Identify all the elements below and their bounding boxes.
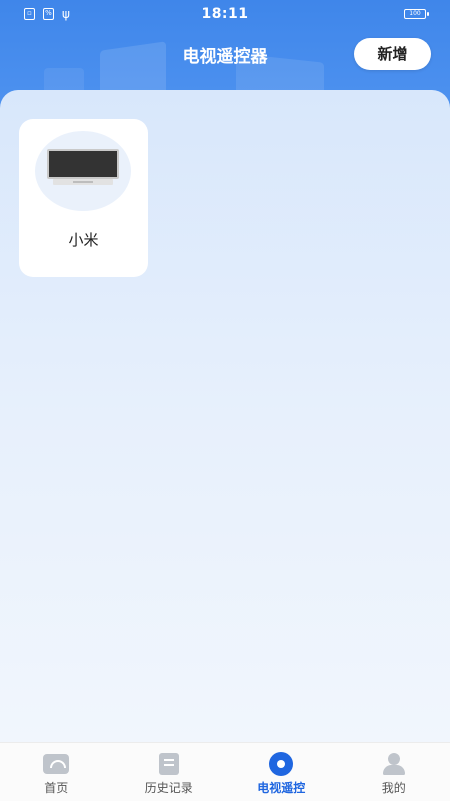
device-card[interactable]: 小米 xyxy=(19,119,148,277)
add-button[interactable]: 新增 xyxy=(354,38,431,70)
tv-icon-background xyxy=(35,131,131,211)
tab-tv-remote[interactable]: 电视遥控 xyxy=(225,743,338,801)
battery-icon: 100 xyxy=(404,9,426,19)
tab-label: 电视遥控 xyxy=(225,779,338,796)
tab-history[interactable]: 历史记录 xyxy=(113,743,226,801)
person-icon xyxy=(380,753,408,775)
home-wifi-icon xyxy=(42,753,70,775)
tab-home[interactable]: 首页 xyxy=(0,743,113,801)
tv-icon xyxy=(47,149,119,187)
device-name: 小米 xyxy=(19,229,148,250)
bottom-tab-bar: 首页 历史记录 电视遥控 我的 xyxy=(0,742,450,801)
remote-icon xyxy=(267,753,295,775)
tab-label: 历史记录 xyxy=(113,779,226,796)
tab-label: 首页 xyxy=(0,779,113,796)
status-bar: ▫ % ψ 18:11 100 xyxy=(0,0,450,30)
tab-profile[interactable]: 我的 xyxy=(338,743,450,801)
device-list-panel: 小米 xyxy=(0,90,450,742)
status-time: 18:11 xyxy=(0,6,450,22)
tab-label: 我的 xyxy=(338,779,450,796)
clipboard-icon xyxy=(155,753,183,775)
